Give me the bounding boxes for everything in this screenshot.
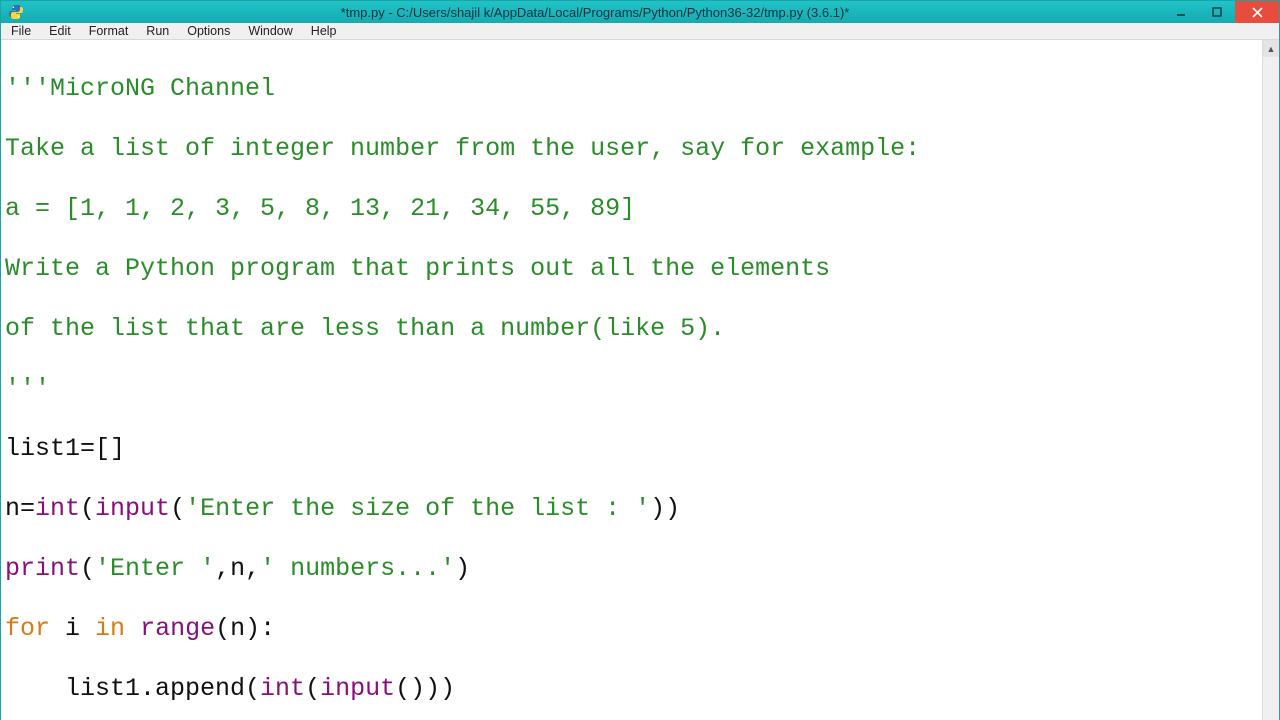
code-text: Take a list of integer number from the u… [5,134,1258,164]
idle-window: *tmp.py - C:/Users/shajil k/AppData/Loca… [0,0,1280,720]
window-controls [1163,1,1279,23]
vertical-scrollbar[interactable]: ▲ ▼ [1262,40,1279,720]
app-icon [5,1,27,23]
code-text: of the list that are less than a number(… [5,314,1258,344]
menubar: File Edit Format Run Options Window Help [1,23,1279,40]
code-text: ( [305,674,320,703]
menu-window[interactable]: Window [240,23,300,39]
code-text: ) [455,554,470,583]
code-text: ( [80,494,95,523]
code-text: ''' [5,74,50,103]
code-text: in [95,614,125,643]
code-text: print [5,554,80,583]
minimize-button[interactable] [1163,1,1199,23]
code-text: ,n, [215,554,260,583]
menu-file[interactable]: File [3,23,39,39]
code-text: int [260,674,305,703]
code-text: input [95,494,170,523]
scroll-up-arrow-icon[interactable]: ▲ [1263,40,1279,57]
code-editor[interactable]: '''MicroNG Channel Take a list of intege… [1,40,1262,720]
code-text: ( [80,554,95,583]
editor-area: '''MicroNG Channel Take a list of intege… [1,40,1279,720]
titlebar[interactable]: *tmp.py - C:/Users/shajil k/AppData/Loca… [1,1,1279,23]
code-text [125,614,140,643]
code-text: 'Enter the size of the list : ' [185,494,650,523]
code-text: for [5,614,50,643]
window-title: *tmp.py - C:/Users/shajil k/AppData/Loca… [27,5,1163,20]
close-button[interactable] [1235,1,1279,23]
code-text: a = [1, 1, 2, 3, 5, 8, 13, 21, 34, 55, 8… [5,194,1258,224]
code-text: MicroNG Channel [50,74,275,103]
code-text: list1=[] [5,434,1258,464]
scroll-track[interactable] [1263,57,1279,720]
code-text: int [35,494,80,523]
menu-format[interactable]: Format [81,23,137,39]
menu-options[interactable]: Options [179,23,238,39]
code-text: ( [170,494,185,523]
menu-edit[interactable]: Edit [41,23,79,39]
code-text: 'Enter ' [95,554,215,583]
menu-help[interactable]: Help [303,23,345,39]
code-text: i [50,614,95,643]
code-text: )) [650,494,680,523]
code-text: (n): [215,614,275,643]
code-text: ())) [395,674,455,703]
code-text: Write a Python program that prints out a… [5,254,1258,284]
code-text: ''' [5,374,1258,404]
code-text: ' numbers...' [260,554,455,583]
code-text: n= [5,494,35,523]
code-text: list1.append( [5,674,260,703]
code-text: range [140,614,215,643]
menu-run[interactable]: Run [138,23,177,39]
maximize-button[interactable] [1199,1,1235,23]
code-text: input [320,674,395,703]
